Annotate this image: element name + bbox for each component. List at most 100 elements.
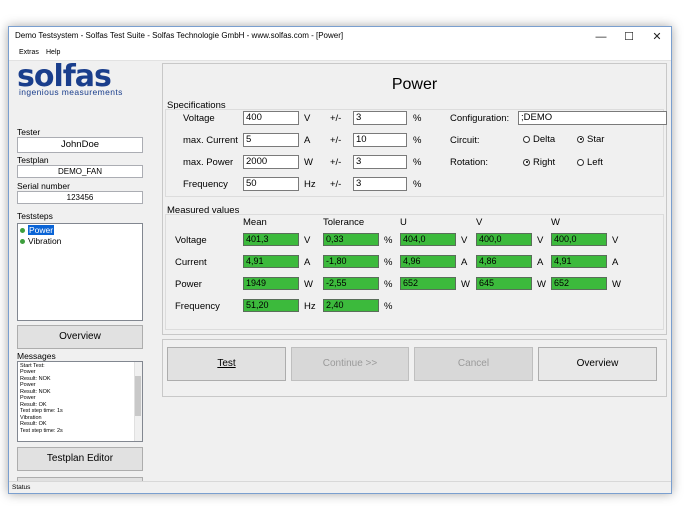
menu-help[interactable]: Help: [46, 49, 60, 56]
serial-label: Serial number: [17, 181, 70, 191]
frequency-mean-value: 51,20: [243, 299, 299, 312]
spec-percent: %: [413, 135, 422, 146]
row-percent: %: [384, 235, 393, 246]
voltage-tolerance-value: 0,33: [323, 233, 379, 246]
status-dot-icon: [20, 228, 25, 234]
spec-voltage-input[interactable]: 400: [243, 111, 299, 125]
testplan-label: Testplan: [17, 155, 49, 165]
spec-current-tolerance-input[interactable]: 10: [353, 133, 407, 147]
messages-list[interactable]: Start Test: Power Result: NOK Power Resu…: [17, 361, 143, 442]
tester-label: Tester: [17, 127, 41, 137]
spec-label-frequency: Frequency: [183, 179, 228, 190]
spec-plusminus: +/-: [330, 179, 342, 190]
spec-unit: W: [304, 157, 313, 168]
teststeps-label: Teststeps: [17, 211, 53, 221]
row-label-voltage: Voltage: [175, 235, 207, 246]
teststeps-list[interactable]: Power Vibration: [17, 223, 143, 321]
radio-off-icon: [577, 158, 584, 166]
overview-button[interactable]: Overview: [538, 347, 657, 381]
header-tolerance: Tolerance: [323, 217, 365, 228]
rotation-right-radio[interactable]: Right: [523, 157, 555, 168]
menu-extras[interactable]: Extras: [19, 49, 39, 56]
configuration-input[interactable]: ;DEMO: [518, 111, 667, 125]
configuration-label: Configuration:: [450, 113, 510, 124]
teststep-vibration[interactable]: Vibration: [20, 236, 61, 246]
serial-field[interactable]: 123456: [17, 191, 143, 204]
radio-on-icon: [577, 135, 584, 143]
voltage-w-value: 400,0: [551, 233, 607, 246]
spec-power-input[interactable]: 2000: [243, 155, 299, 169]
spec-current-input[interactable]: 5: [243, 133, 299, 147]
tester-field[interactable]: JohnDoe: [17, 137, 143, 153]
row-unit: V: [304, 235, 311, 246]
rotation-label: Rotation:: [450, 157, 489, 168]
spec-frequency-tolerance-input[interactable]: 3: [353, 177, 407, 191]
rotation-left-radio[interactable]: Left: [577, 157, 603, 168]
measured-values-group: [165, 214, 664, 330]
row-label-current: Current: [175, 257, 207, 268]
row-percent: %: [384, 301, 393, 312]
cancel-button[interactable]: Cancel: [414, 347, 533, 381]
circuit-label: Circuit:: [450, 135, 480, 146]
spec-power-tolerance-input[interactable]: 3: [353, 155, 407, 169]
close-icon[interactable]: ✕: [643, 27, 671, 47]
messages-scrollbar[interactable]: [134, 362, 142, 441]
row-unit: A: [461, 257, 468, 268]
row-unit: V: [612, 235, 619, 246]
circuit-delta-radio[interactable]: Delta: [523, 134, 555, 145]
overview-sidebar-button[interactable]: Overview: [17, 325, 143, 349]
spec-percent: %: [413, 179, 422, 190]
action-button-bar: Test Continue >> Cancel Overview: [162, 339, 667, 397]
row-unit: A: [304, 257, 311, 268]
voltage-v-value: 400,0: [476, 233, 532, 246]
spec-frequency-input[interactable]: 50: [243, 177, 299, 191]
testplan-field[interactable]: DEMO_FAN: [17, 165, 143, 178]
radio-on-icon: [523, 158, 530, 166]
message-line: Test step time: 1s: [20, 408, 63, 415]
solfas-logo: solfas ingenious measurements: [17, 59, 147, 99]
row-unit: V: [537, 235, 544, 246]
messages-lines: Start Test: Power Result: NOK Power Resu…: [20, 363, 63, 434]
spec-unit: V: [304, 113, 311, 124]
power-mean-value: 1949: [243, 277, 299, 290]
spec-plusminus: +/-: [330, 157, 342, 168]
spec-label-power: max. Power: [183, 157, 234, 168]
row-unit: A: [537, 257, 544, 268]
spec-unit: A: [304, 135, 311, 146]
current-u-value: 4,96: [400, 255, 456, 268]
row-unit: V: [461, 235, 468, 246]
voltage-mean-value: 401,3: [243, 233, 299, 246]
header-u: U: [400, 217, 407, 228]
test-button[interactable]: Test: [167, 347, 286, 381]
row-unit: W: [461, 279, 470, 290]
current-v-value: 4,86: [476, 255, 532, 268]
header-v: V: [476, 217, 483, 228]
main-panel: Power Specifications Voltage 400 V +/- 3…: [162, 63, 667, 335]
page-title: Power: [391, 76, 438, 93]
row-unit: A: [612, 257, 619, 268]
power-w-value: 652: [551, 277, 607, 290]
teststep-power[interactable]: Power: [20, 225, 55, 235]
status-bar: Status: [9, 481, 671, 493]
current-tolerance-value: -1,80: [323, 255, 379, 268]
spec-percent: %: [413, 157, 422, 168]
spec-voltage-tolerance-input[interactable]: 3: [353, 111, 407, 125]
left-sidebar: solfas ingenious measurements Tester Joh…: [9, 59, 154, 493]
spec-label-current: max. Current: [183, 135, 238, 146]
app-window: Demo Testsystem - Solfas Test Suite - So…: [8, 26, 672, 494]
row-unit: W: [612, 279, 621, 290]
row-unit: Hz: [304, 301, 316, 312]
continue-button[interactable]: Continue >>: [291, 347, 409, 381]
maximize-icon[interactable]: ☐: [615, 27, 643, 47]
title-bar: Demo Testsystem - Solfas Test Suite - So…: [9, 27, 671, 47]
row-percent: %: [384, 257, 393, 268]
current-w-value: 4,91: [551, 255, 607, 268]
current-mean-value: 4,91: [243, 255, 299, 268]
status-dot-icon: [20, 239, 25, 245]
scrollbar-thumb[interactable]: [135, 376, 141, 416]
logo-tagline: ingenious measurements: [19, 87, 123, 97]
minimize-icon[interactable]: —: [587, 27, 615, 47]
message-line: Test step time: 2s: [20, 427, 63, 434]
testplan-editor-button[interactable]: Testplan Editor: [17, 447, 143, 471]
circuit-star-radio[interactable]: Star: [577, 134, 604, 145]
